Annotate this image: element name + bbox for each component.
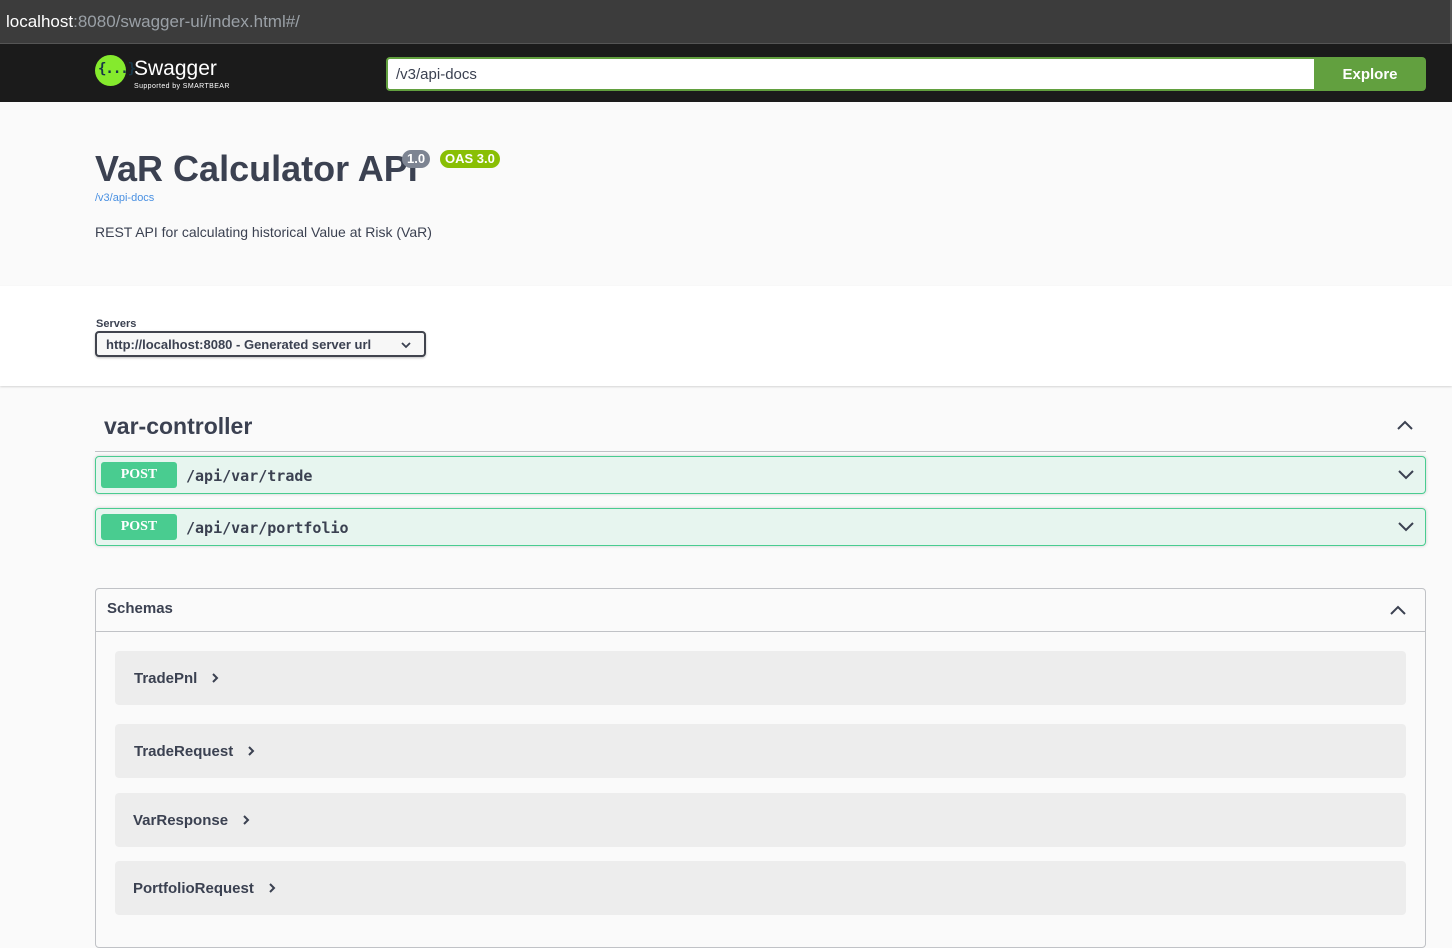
method-badge: POST bbox=[101, 514, 177, 540]
schema-model-portfoliorequest[interactable]: PortfolioRequest bbox=[115, 861, 1406, 915]
swagger-topbar: {...} Swagger Supported by SMARTBEAR Exp… bbox=[0, 44, 1452, 102]
api-info-section: VaR Calculator API 1.0 OAS 3.0 /v3/api-d… bbox=[0, 102, 1452, 286]
api-title: VaR Calculator API bbox=[95, 148, 418, 189]
swagger-logo-icon: {...} bbox=[95, 55, 136, 86]
schemas-header[interactable]: Schemas bbox=[96, 589, 1425, 632]
chevron-right-icon bbox=[268, 881, 276, 898]
tag-title: var-controller bbox=[104, 413, 253, 439]
operation-post-portfolio[interactable]: POST /api/var/portfolio bbox=[95, 508, 1426, 546]
chevron-up-icon[interactable] bbox=[1389, 603, 1407, 621]
chevron-right-icon bbox=[211, 671, 219, 688]
schema-model-name: TradeRequest bbox=[134, 743, 255, 761]
spec-url-input[interactable] bbox=[386, 57, 1314, 91]
chevron-down-icon[interactable] bbox=[1397, 467, 1415, 486]
swagger-logo-subtext: Supported by SMARTBEAR bbox=[134, 83, 230, 90]
schema-model-varresponse[interactable]: VarResponse bbox=[115, 793, 1406, 847]
schema-model-name: TradePnl bbox=[134, 670, 219, 688]
chevron-right-icon bbox=[247, 744, 255, 761]
schema-model-name: PortfolioRequest bbox=[133, 880, 276, 898]
schema-model-tradepnl[interactable]: TradePnl bbox=[115, 651, 1406, 705]
chevron-up-icon[interactable] bbox=[1396, 418, 1414, 436]
oas-badge: OAS 3.0 bbox=[440, 150, 500, 168]
operation-path: /api/var/portfolio bbox=[186, 519, 349, 537]
explore-button[interactable]: Explore bbox=[1314, 57, 1426, 91]
chevron-right-icon bbox=[242, 813, 250, 830]
chevron-down-icon bbox=[400, 338, 412, 356]
api-description: REST API for calculating historical Valu… bbox=[95, 224, 432, 240]
version-badge: 1.0 bbox=[402, 150, 431, 168]
schemas-title: Schemas bbox=[107, 600, 173, 617]
servers-select[interactable]: http://localhost:8080 - Generated server… bbox=[95, 331, 426, 357]
browser-url[interactable]: localhost:8080/swagger-ui/index.html#/ bbox=[6, 12, 300, 32]
schema-model-name: VarResponse bbox=[133, 812, 250, 830]
operation-post-trade[interactable]: POST /api/var/trade bbox=[95, 456, 1426, 494]
url-path: :8080/swagger-ui/index.html#/ bbox=[73, 12, 300, 31]
schemas-section: Schemas TradePnl TradeRequest VarRespons… bbox=[95, 588, 1426, 948]
chevron-down-icon[interactable] bbox=[1397, 519, 1415, 538]
browser-address-bar[interactable]: localhost:8080/swagger-ui/index.html#/ bbox=[0, 0, 1452, 44]
url-host: localhost bbox=[6, 12, 74, 31]
servers-section: Servers http://localhost:8080 - Generate… bbox=[0, 286, 1452, 386]
servers-selected-value: http://localhost:8080 - Generated server… bbox=[106, 337, 372, 352]
spec-link[interactable]: /v3/api-docs bbox=[95, 192, 154, 204]
swagger-logo-text: Swagger bbox=[134, 57, 217, 80]
schema-model-traderequest[interactable]: TradeRequest bbox=[115, 724, 1406, 778]
servers-label: Servers bbox=[96, 318, 137, 330]
tag-var-controller[interactable]: var-controller bbox=[95, 400, 1426, 452]
operation-path: /api/var/trade bbox=[186, 467, 313, 485]
method-badge: POST bbox=[101, 462, 177, 488]
